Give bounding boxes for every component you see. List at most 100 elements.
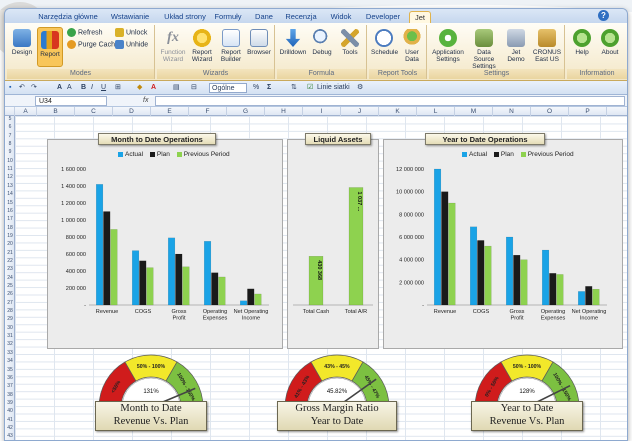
report-wizard-button[interactable]: Report Wizard xyxy=(189,29,215,63)
column-header[interactable]: N xyxy=(493,107,531,116)
row-header[interactable]: 37 xyxy=(5,383,15,390)
cell-style-icon[interactable]: ▤ xyxy=(173,81,180,95)
row-header[interactable]: 6 xyxy=(5,124,15,131)
column-header[interactable]: I xyxy=(303,107,341,116)
row-header[interactable]: 20 xyxy=(5,241,15,248)
row-header[interactable]: 21 xyxy=(5,250,15,257)
tab-view[interactable]: Widok xyxy=(327,11,355,23)
tab-review[interactable]: Recenzja xyxy=(283,11,319,23)
row-header[interactable]: 26 xyxy=(5,291,15,298)
about-button[interactable]: About xyxy=(597,29,623,56)
column-header[interactable]: Q xyxy=(607,107,627,116)
row-header[interactable]: 15 xyxy=(5,200,15,207)
row-header[interactable]: 25 xyxy=(5,283,15,290)
column-header[interactable]: J xyxy=(341,107,379,116)
application-settings-button[interactable]: Application Settings xyxy=(431,29,465,63)
row-header[interactable]: 30 xyxy=(5,325,15,332)
row-header[interactable]: 19 xyxy=(5,233,15,240)
jet-demo-button[interactable]: Jet Demo xyxy=(503,29,529,63)
tools-button[interactable]: Tools xyxy=(337,29,363,56)
column-header[interactable]: A xyxy=(15,107,37,116)
row-header[interactable]: 23 xyxy=(5,266,15,273)
row-header[interactable]: 14 xyxy=(5,191,15,198)
help-question-icon[interactable]: ? xyxy=(598,10,609,21)
row-header[interactable]: 22 xyxy=(5,258,15,265)
borders-icon[interactable]: ⊞ xyxy=(115,81,121,95)
font-shrink-icon[interactable]: A xyxy=(67,81,72,95)
insert-function-icon[interactable]: fx xyxy=(143,95,148,107)
row-header[interactable]: 17 xyxy=(5,216,15,223)
unlock-button[interactable]: Unlock xyxy=(115,28,147,38)
unhide-button[interactable]: Unhide xyxy=(115,40,148,50)
redo-icon[interactable]: ↷ xyxy=(31,81,37,95)
row-header[interactable]: 40 xyxy=(5,408,15,415)
row-header[interactable]: 39 xyxy=(5,400,15,407)
tab-jet[interactable]: Jet xyxy=(409,11,431,23)
row-header[interactable]: 43 xyxy=(5,433,15,440)
column-header[interactable]: G xyxy=(227,107,265,116)
row-header[interactable]: 12 xyxy=(5,174,15,181)
row-header[interactable]: 42 xyxy=(5,425,15,432)
user-data-button[interactable]: User Data xyxy=(399,29,425,63)
customize-toolbar-icon[interactable]: ⚙ xyxy=(357,81,363,95)
tab-formulas[interactable]: Formuły xyxy=(213,11,243,23)
function-wizard-button[interactable]: fx Function Wizard xyxy=(159,29,187,63)
row-header[interactable]: 28 xyxy=(5,308,15,315)
gridlines-checkbox-icon[interactable]: ☑ xyxy=(307,81,313,95)
row-header[interactable]: 8 xyxy=(5,141,15,148)
fill-color-icon[interactable]: ◆ xyxy=(137,81,142,95)
italic-icon[interactable]: I xyxy=(91,81,93,95)
row-header[interactable]: 18 xyxy=(5,225,15,232)
column-header[interactable]: D xyxy=(113,107,151,116)
row-header[interactable]: 7 xyxy=(5,133,15,140)
merge-icon[interactable]: ⊟ xyxy=(191,81,197,95)
sort-icon[interactable]: ⇅ xyxy=(291,81,297,95)
row-header[interactable]: 34 xyxy=(5,358,15,365)
row-header[interactable]: 35 xyxy=(5,367,15,374)
tab-page-layout[interactable]: Układ strony xyxy=(160,11,210,23)
tab-home[interactable]: Narzędzia główne xyxy=(35,11,101,23)
row-header[interactable]: 31 xyxy=(5,333,15,340)
underline-icon[interactable]: U xyxy=(101,81,106,95)
undo-icon[interactable]: ↶ xyxy=(19,81,25,95)
percent-icon[interactable]: % xyxy=(253,81,259,95)
column-header[interactable]: E xyxy=(151,107,189,116)
row-header[interactable]: 29 xyxy=(5,316,15,323)
report-button[interactable]: Report xyxy=(37,27,63,67)
schedule-button[interactable]: Schedule xyxy=(371,29,398,56)
row-header[interactable]: 9 xyxy=(5,149,15,156)
column-header[interactable]: H xyxy=(265,107,303,116)
column-header[interactable]: O xyxy=(531,107,569,116)
row-header[interactable]: 32 xyxy=(5,341,15,348)
row-header[interactable]: 16 xyxy=(5,208,15,215)
autosum-icon[interactable]: Σ xyxy=(267,81,271,95)
drilldown-button[interactable]: Drilldown xyxy=(279,29,307,56)
debug-button[interactable]: Debug xyxy=(309,29,335,56)
browser-button[interactable]: Browser xyxy=(245,29,273,56)
design-button[interactable]: Design xyxy=(9,29,35,65)
column-header[interactable]: K xyxy=(379,107,417,116)
help-button[interactable]: Help xyxy=(569,29,595,56)
column-header[interactable]: L xyxy=(417,107,455,116)
column-header[interactable]: B xyxy=(37,107,75,116)
tab-data[interactable]: Dane xyxy=(253,11,275,23)
column-header[interactable]: M xyxy=(455,107,493,116)
formula-input[interactable] xyxy=(155,96,625,106)
row-header[interactable]: 10 xyxy=(5,158,15,165)
data-source-settings-button[interactable]: Data Source Settings xyxy=(467,29,501,70)
row-header[interactable]: 27 xyxy=(5,300,15,307)
row-header[interactable]: 38 xyxy=(5,392,15,399)
cronus-company-button[interactable]: CRONUS East US xyxy=(531,29,563,63)
row-header[interactable]: 41 xyxy=(5,417,15,424)
row-header[interactable]: 36 xyxy=(5,375,15,382)
row-header[interactable]: 11 xyxy=(5,166,15,173)
column-header[interactable]: F xyxy=(189,107,227,116)
row-header[interactable]: 33 xyxy=(5,350,15,357)
row-header[interactable]: 24 xyxy=(5,275,15,282)
font-color-icon[interactable]: A xyxy=(151,81,156,95)
number-format-select[interactable]: Ogólne xyxy=(209,83,247,93)
report-builder-button[interactable]: Report Builder xyxy=(217,29,245,63)
save-icon[interactable]: ▪ xyxy=(9,81,11,95)
row-header[interactable]: 13 xyxy=(5,183,15,190)
row-header[interactable]: 5 xyxy=(5,116,15,123)
